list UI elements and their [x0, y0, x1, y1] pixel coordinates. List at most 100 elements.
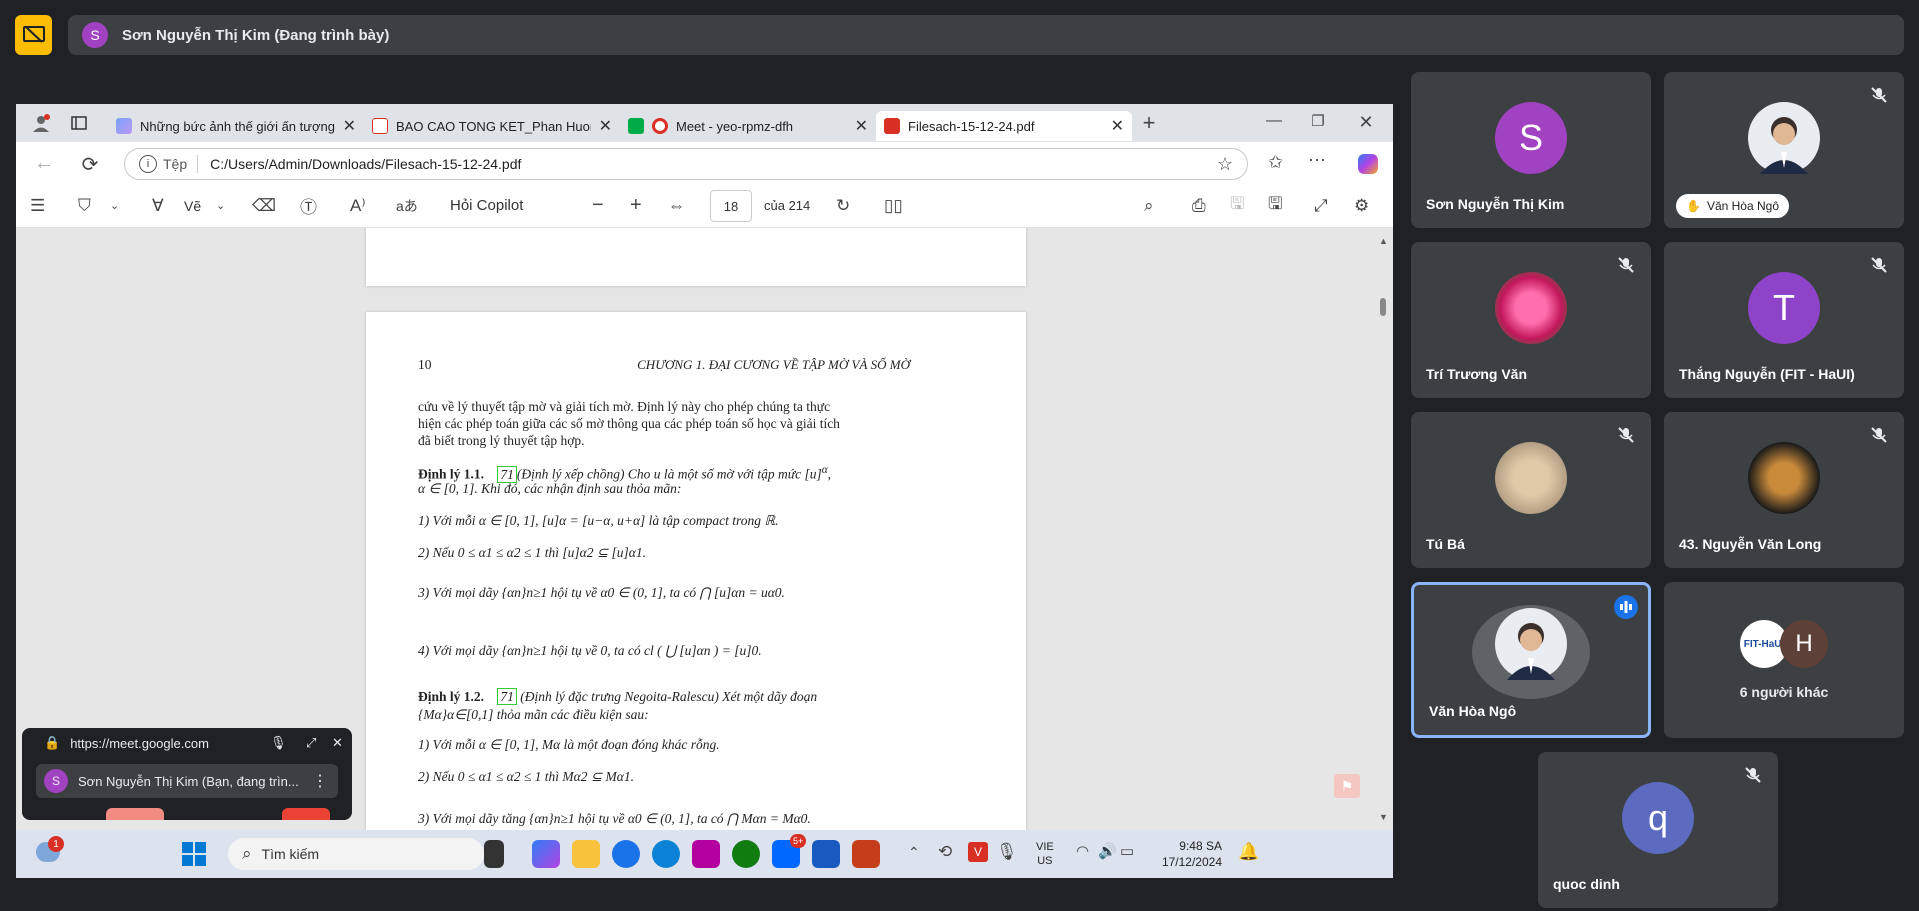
word-icon[interactable] [812, 840, 840, 868]
scrollbar-thumb[interactable] [1380, 298, 1386, 316]
pop-out-icon[interactable]: ⤢ [306, 735, 316, 751]
copilot-icon[interactable] [1358, 154, 1378, 174]
participant-tile-active-speaker[interactable]: Văn Hòa Ngô [1411, 582, 1651, 738]
read-aloud-icon[interactable]: A⁾ [350, 196, 366, 216]
ask-copilot-button[interactable]: Hỏi Copilot [450, 197, 523, 214]
save-as-icon[interactable]: 🖫 [1268, 191, 1282, 220]
microphone-icon[interactable]: 🎙 [996, 842, 1018, 862]
fit-width-icon[interactable]: ⇔ [668, 196, 685, 216]
participant-name: 43. Nguyễn Văn Long [1679, 536, 1822, 552]
profile-photo-avatar [1748, 102, 1820, 174]
language-indicator[interactable]: VIE US [1036, 840, 1054, 868]
acrobat-icon[interactable]: ⚑ [1334, 774, 1360, 798]
edge-icon[interactable] [652, 840, 680, 868]
add-text-icon[interactable]: Ⓣ [300, 193, 317, 218]
zoom-in-icon[interactable]: + [630, 194, 642, 217]
scrollbar[interactable]: ▲ ▼ [1377, 228, 1389, 830]
microphone-icon[interactable]: 🎙 [270, 735, 287, 751]
address-bar[interactable]: i Tệp C:/Users/Admin/Downloads/Filesach-… [124, 148, 1248, 180]
new-tab-icon[interactable]: + [1132, 110, 1166, 136]
windows-start-icon[interactable] [182, 842, 206, 866]
back-icon[interactable]: ← [32, 152, 56, 175]
battery-icon[interactable]: ▭ [1120, 842, 1134, 860]
save-icon[interactable]: 🖫 [1230, 191, 1244, 220]
close-tab-icon[interactable]: ✕ [855, 116, 868, 136]
draw-label[interactable]: Vẽ [184, 198, 201, 214]
reload-icon[interactable]: ⟳ [78, 152, 102, 177]
xbox-icon[interactable] [732, 840, 760, 868]
volume-icon[interactable]: 🔊 [1098, 842, 1117, 860]
print-icon[interactable]: ⎙ [1192, 196, 1206, 216]
tab-report[interactable]: BAO CAO TONG KET_Phan Huong ✕ [364, 111, 620, 141]
close-tab-icon[interactable]: ✕ [343, 116, 356, 136]
clock[interactable]: 9:48 SA 17/12/2024 [1148, 838, 1222, 870]
page-view-icon[interactable]: ▯▯ [884, 196, 903, 216]
profile-icon[interactable] [26, 113, 56, 133]
close-window-icon[interactable]: ✕ [1354, 112, 1378, 133]
theorem-item: 4) Với mọi dãy {αn}n≥1 hội tụ về 0, ta c… [418, 643, 762, 658]
favorite-star-icon[interactable]: ☆ [1217, 154, 1233, 175]
close-icon[interactable]: ✕ [332, 735, 343, 751]
restore-icon[interactable]: ❐ [1306, 112, 1330, 130]
chevron-up-icon[interactable]: ⌃ [908, 844, 920, 861]
taskbar-search[interactable]: ⌕ Tìm kiếm [228, 838, 484, 870]
close-tab-icon[interactable]: ✕ [599, 116, 612, 136]
taskview-icon[interactable] [484, 840, 504, 868]
page-count: của 214 [764, 198, 811, 213]
paragraph-line: hiện các phép toán giữa các số mờ thông … [418, 416, 840, 431]
tab-pdf-active[interactable]: Filesach-15-12-24.pdf ✕ [876, 111, 1132, 141]
stop-presenting-button[interactable] [15, 15, 52, 55]
notifications-bell-icon[interactable]: 🔔 [1238, 842, 1259, 862]
zoom-out-icon[interactable]: − [592, 194, 604, 217]
participant-tile[interactable]: Tú Bá [1411, 412, 1651, 568]
avatar: H [1780, 620, 1828, 668]
more-options-icon[interactable]: ⋯ [1308, 150, 1326, 171]
meet-mini-window[interactable]: 🔒 https://meet.google.com 🎙 ⤢ ✕ S Sơn Ng… [22, 728, 352, 820]
fullscreen-icon[interactable]: ⤢ [1314, 196, 1328, 216]
chevron-down-icon[interactable]: ⌄ [110, 199, 119, 212]
participant-tile[interactable]: T Thắng Nguyễn (FIT - HaUI) [1664, 242, 1904, 398]
info-icon[interactable]: i [139, 155, 157, 173]
tab-images[interactable]: Những bức ảnh thế giới ấn tượng ✕ [108, 111, 364, 141]
leave-call-button[interactable] [282, 808, 330, 820]
translate-icon[interactable]: aあ [396, 196, 418, 216]
reaction-button[interactable] [106, 808, 164, 820]
wifi-icon[interactable]: ◠ [1076, 842, 1089, 860]
dog-photo-avatar [1495, 442, 1567, 514]
participant-tile[interactable]: q quoc dinh [1538, 752, 1778, 908]
participant-name: Trí Trương Văn [1426, 366, 1527, 382]
participant-tile[interactable]: ✋ Văn Hòa Ngô [1664, 72, 1904, 228]
highlight-icon[interactable]: ⛉ [78, 196, 91, 216]
antivirus-icon[interactable]: V [968, 842, 988, 862]
rotate-icon[interactable]: ↻ [836, 196, 850, 216]
tab-meet[interactable]: Meet - yeo-rpmz-dfh ✕ [620, 111, 876, 141]
eraser-icon[interactable]: ⌫ [252, 196, 276, 216]
participant-tile[interactable]: 43. Nguyễn Văn Long [1664, 412, 1904, 568]
draw-icon[interactable]: ∀ [152, 196, 164, 216]
powerpoint-icon[interactable] [852, 840, 880, 868]
more-options-icon[interactable]: ⋮ [312, 771, 328, 791]
participant-tile[interactable]: S Sơn Nguyễn Thị Kim [1411, 72, 1651, 228]
presenter-bar: S Sơn Nguyễn Thị Kim (Đang trình bày) [68, 15, 1904, 55]
chrome-icon[interactable] [612, 840, 640, 868]
sync-icon[interactable]: ⟲ [938, 842, 952, 862]
url-text[interactable]: C:/Users/Admin/Downloads/Filesach-15-12-… [210, 156, 521, 172]
favorites-icon[interactable]: ✩ [1268, 152, 1283, 173]
search-icon[interactable]: ⌕ [1144, 196, 1154, 216]
close-tab-icon[interactable]: ✕ [1111, 116, 1124, 136]
tab-title: Những bức ảnh thế giới ấn tượng [140, 118, 335, 134]
page-number-input[interactable]: 18 [710, 190, 752, 222]
others-tile[interactable]: FIT-HaUI H 6 người khác [1664, 582, 1904, 738]
paragraph-line: đã biết trong lý thuyết tập hợp. [418, 433, 585, 448]
teams-icon[interactable] [692, 840, 720, 868]
chevron-down-icon[interactable]: ⌄ [216, 199, 225, 212]
file-explorer-icon[interactable] [572, 840, 600, 868]
tab-actions-icon[interactable] [64, 116, 94, 130]
citation-link[interactable]: 71 [497, 688, 517, 705]
participant-tile[interactable]: Trí Trương Văn [1411, 242, 1651, 398]
minimize-icon[interactable]: — [1262, 112, 1286, 130]
settings-gear-icon[interactable]: ⚙ [1354, 196, 1369, 216]
copilot-taskbar-icon[interactable] [532, 840, 560, 868]
mic-off-icon [1618, 257, 1634, 273]
contents-icon[interactable]: ☰ [30, 196, 45, 216]
